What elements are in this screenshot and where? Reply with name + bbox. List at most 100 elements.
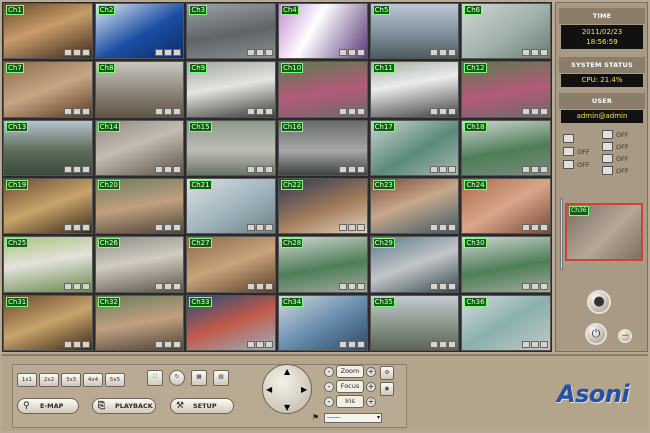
power-button[interactable]: ⏻: [585, 323, 607, 345]
record-icon[interactable]: [246, 224, 255, 232]
audio-icon[interactable]: [448, 224, 457, 232]
audio-icon[interactable]: [448, 107, 457, 115]
arrow-down-icon[interactable]: ▼: [284, 403, 290, 412]
record-icon[interactable]: [338, 282, 347, 290]
camera-tile[interactable]: Ch8: [94, 61, 185, 118]
snapshot-icon[interactable]: [347, 165, 356, 173]
rotate-button[interactable]: ↻: [169, 370, 185, 386]
audio-icon[interactable]: [173, 107, 182, 115]
camera-tile[interactable]: Ch34: [277, 294, 368, 351]
arrow-up-icon[interactable]: ▲: [284, 367, 290, 376]
camera-tile[interactable]: Ch22: [277, 177, 368, 235]
audio-icon[interactable]: [264, 107, 273, 115]
record-icon[interactable]: [246, 340, 255, 348]
record-icon[interactable]: [338, 49, 347, 57]
snapshot-icon[interactable]: [255, 340, 264, 348]
record-icon[interactable]: [63, 282, 72, 290]
camera-tile[interactable]: Ch26: [94, 236, 185, 293]
camera-tile[interactable]: Ch3: [186, 3, 276, 60]
focus-far-button[interactable]: +: [366, 382, 376, 392]
camera-tile[interactable]: Ch25: [3, 236, 93, 293]
audio-icon[interactable]: [539, 49, 548, 57]
camera-tile[interactable]: Ch24: [461, 177, 551, 235]
audio-icon[interactable]: [173, 224, 182, 232]
camera-tile[interactable]: Ch28: [277, 236, 368, 293]
snapshot-icon[interactable]: [72, 165, 81, 173]
preview-window[interactable]: Ch36: [565, 203, 643, 261]
snapshot-icon[interactable]: [530, 340, 539, 348]
preset-select[interactable]: ------ ▾: [324, 413, 382, 423]
camera-tile[interactable]: Ch7: [3, 61, 93, 118]
record-icon[interactable]: [430, 107, 439, 115]
snapshot-icon[interactable]: [255, 224, 264, 232]
audio-icon[interactable]: [264, 49, 273, 57]
snapshot-icon[interactable]: [164, 340, 173, 348]
camera-tile[interactable]: Ch33: [186, 294, 276, 351]
zoom-in-button[interactable]: +: [366, 367, 376, 377]
record-button[interactable]: ◉: [380, 382, 394, 396]
audio-icon[interactable]: [448, 282, 457, 290]
audio-icon[interactable]: [81, 107, 90, 115]
snapshot-button[interactable]: ●: [587, 290, 611, 314]
record-icon[interactable]: [246, 165, 255, 173]
camera-tile[interactable]: Ch17: [369, 119, 460, 176]
camera-tile[interactable]: Ch36: [461, 294, 551, 351]
record-icon[interactable]: [155, 165, 164, 173]
camera-tile[interactable]: Ch19: [3, 177, 93, 235]
snapshot-icon[interactable]: [72, 340, 81, 348]
camera-tile[interactable]: Ch10: [277, 61, 368, 118]
arrow-left-icon[interactable]: ◀: [266, 385, 272, 394]
snapshot-icon[interactable]: [72, 224, 81, 232]
snapshot-icon[interactable]: [72, 49, 81, 57]
audio-icon[interactable]: [173, 340, 182, 348]
snapshot-icon[interactable]: [164, 165, 173, 173]
camera-tile[interactable]: Ch12: [461, 61, 551, 118]
record-icon[interactable]: [155, 107, 164, 115]
camera-tile[interactable]: Ch13: [3, 119, 93, 176]
audio-icon[interactable]: [356, 224, 365, 232]
setup-button[interactable]: ⚒ SETUP: [170, 398, 234, 414]
camera-tile[interactable]: Ch16: [277, 119, 368, 176]
zoom-out-button[interactable]: -: [324, 367, 334, 377]
audio-icon[interactable]: [539, 165, 548, 173]
audio-icon[interactable]: [264, 282, 273, 290]
audio-icon[interactable]: [264, 340, 273, 348]
camera-tile[interactable]: Ch29: [369, 236, 460, 293]
snapshot-icon[interactable]: [72, 107, 81, 115]
record-icon[interactable]: [338, 224, 347, 232]
snapshot-icon[interactable]: [347, 282, 356, 290]
snapshot-icon[interactable]: [439, 340, 448, 348]
record-icon[interactable]: [63, 107, 72, 115]
audio-icon[interactable]: [356, 282, 365, 290]
record-icon[interactable]: [338, 340, 347, 348]
layout-1x1-button[interactable]: 1x1: [17, 373, 37, 387]
ptz-settings-button[interactable]: ⚙: [380, 366, 394, 380]
snapshot-icon[interactable]: [530, 282, 539, 290]
camera-tile[interactable]: Ch14: [94, 119, 185, 176]
minimize-button[interactable]: −: [618, 329, 632, 343]
record-icon[interactable]: [430, 165, 439, 173]
snapshot-icon[interactable]: [347, 340, 356, 348]
camera-tile[interactable]: Ch5: [369, 3, 460, 60]
audio-icon[interactable]: [356, 107, 365, 115]
audio-icon[interactable]: [264, 165, 273, 173]
audio-icon[interactable]: [81, 224, 90, 232]
snapshot-icon[interactable]: [164, 224, 173, 232]
snapshot-icon[interactable]: [164, 107, 173, 115]
preview-scrollbar[interactable]: [560, 198, 563, 270]
snapshot-icon[interactable]: [530, 165, 539, 173]
record-icon[interactable]: [155, 282, 164, 290]
ptz-dpad[interactable]: ▲ ▼ ◀ ▶: [262, 364, 312, 414]
snapshot-icon[interactable]: [347, 49, 356, 57]
camera-tile[interactable]: Ch4: [277, 3, 368, 60]
fullscreen-button[interactable]: ⛶: [147, 370, 163, 386]
snapshot-icon[interactable]: [164, 49, 173, 57]
camera-tile[interactable]: Ch1: [3, 3, 93, 60]
audio-icon[interactable]: [448, 165, 457, 173]
record-icon[interactable]: [63, 340, 72, 348]
camera-tile[interactable]: Ch30: [461, 236, 551, 293]
audio-icon[interactable]: [539, 282, 548, 290]
audio-icon[interactable]: [448, 340, 457, 348]
audio-icon[interactable]: [81, 49, 90, 57]
layout-2x2-button[interactable]: 2x2: [39, 373, 59, 387]
